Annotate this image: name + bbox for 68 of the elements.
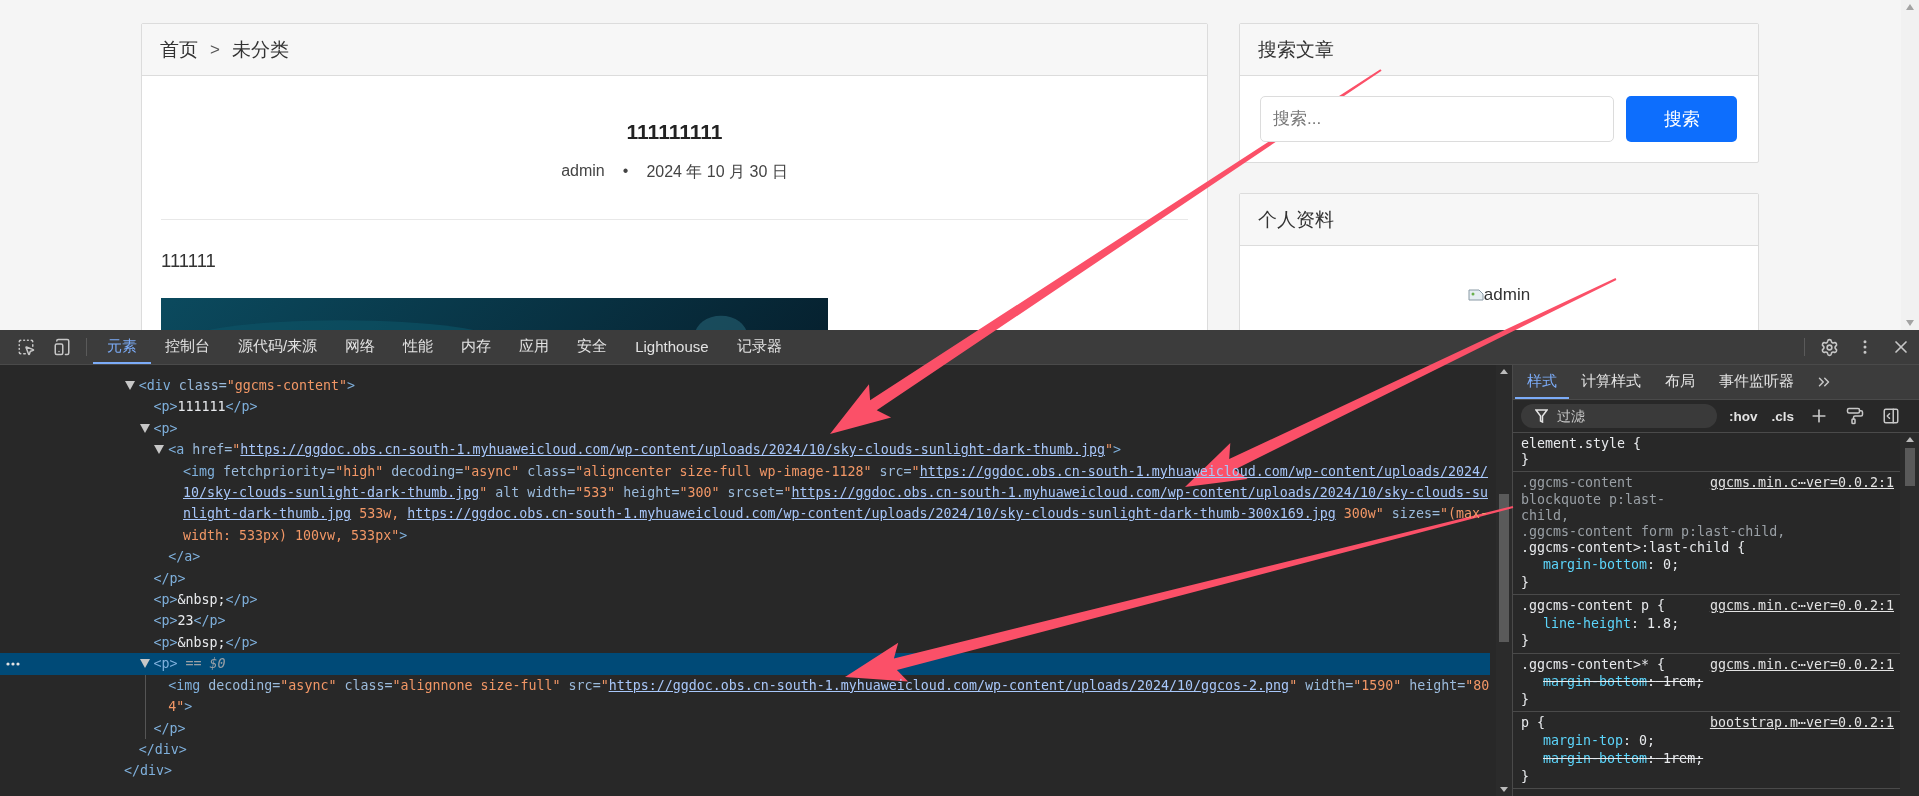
devtools-tab[interactable]: 记录器	[722, 330, 796, 364]
source-link[interactable]: ggcms.min.c⋯ver=0.0.2:1	[1709, 656, 1894, 674]
scroll-thumb[interactable]	[1904, 448, 1915, 486]
toggle-button[interactable]: :hov	[1727, 408, 1760, 424]
rule-selector: .ggcms-content blockquote p:last-child,	[1521, 475, 1667, 524]
style-property[interactable]: line-height: 1.8;	[1521, 614, 1894, 634]
style-property[interactable]: margin-top: 0;	[1521, 731, 1894, 751]
post-paragraph: 111111	[161, 250, 216, 272]
closing-brace: }	[1521, 574, 1530, 592]
rule-selector: .ggcms-content form p:last-child,	[1521, 524, 1787, 541]
source-link[interactable]: ggcms.min.c⋯ver=0.0.2:1	[1709, 598, 1894, 615]
styles-tab[interactable]: 事件监听器	[1707, 365, 1806, 399]
meta-separator: •	[622, 162, 629, 181]
rule-selector: .ggcms-content>:last-child {	[1521, 540, 1747, 557]
devtools-tab[interactable]: 元素	[93, 330, 151, 364]
filter-field[interactable]: 过滤	[1521, 404, 1717, 428]
filter-icon	[1535, 409, 1548, 423]
element-tag: </p>	[153, 717, 1490, 739]
devtools-tab[interactable]: 控制台	[151, 330, 224, 364]
element-tag: </p>	[153, 567, 1490, 590]
element-tag: </div>	[124, 760, 1490, 782]
scroll-down-icon[interactable]	[1500, 787, 1508, 792]
source-link[interactable]: bootstrap.m⋯ver=0.0.2:1	[1709, 715, 1894, 732]
post-author: admin	[561, 162, 605, 181]
style-property[interactable]: margin-bottom: 1rem;	[1521, 750, 1894, 769]
scroll-up-icon[interactable]	[1500, 369, 1508, 374]
style-property[interactable]: margin-bottom: 1rem;	[1521, 673, 1894, 692]
styles-tab[interactable]: 样式	[1515, 365, 1569, 399]
rule-selector: p {	[1521, 715, 1547, 732]
expand-triangle-icon[interactable]	[124, 381, 135, 390]
styles-tab[interactable]: 布局	[1653, 365, 1707, 399]
toggle-button[interactable]: .cls	[1769, 408, 1797, 424]
search-field[interactable]: 搜索...	[1260, 96, 1614, 142]
breadcrumb-separator: >	[210, 39, 220, 60]
styles-tab[interactable]: 计算样式	[1569, 365, 1653, 399]
broken-image-icon	[1467, 287, 1484, 303]
devtools-tab[interactable]: 应用	[505, 330, 564, 364]
devtools-tab[interactable]: 安全	[563, 330, 622, 364]
post-title: 111111111	[626, 120, 723, 144]
closing-brace: }	[1521, 452, 1530, 469]
rule-selector: .ggcms-content p {	[1521, 598, 1667, 615]
devtools-tab[interactable]: Lighthouse	[621, 330, 723, 364]
devtools-tab[interactable]: 性能	[389, 330, 448, 364]
rule-selector: .ggcms-content>* {	[1521, 656, 1667, 673]
scroll-up-icon[interactable]	[1905, 437, 1914, 442]
avatar-alt-text: admin	[1467, 284, 1531, 306]
devtools-tab[interactable]: 内存	[447, 330, 506, 364]
more-icon[interactable]	[6, 662, 20, 667]
element-tag: </div>	[138, 738, 1490, 761]
scroll-thumb[interactable]	[1499, 494, 1509, 642]
search-button[interactable]: 搜索	[1626, 96, 1737, 142]
element-tag: </a>	[168, 546, 1490, 568]
expand-triangle-icon[interactable]	[139, 659, 150, 669]
style-property[interactable]: margin-bottom: 0;	[1521, 556, 1894, 575]
breadcrumb-link[interactable]: 首页	[160, 36, 198, 63]
post-date: 2024 年 10 月 30 日	[646, 162, 788, 182]
devtools-tab[interactable]: 网络	[331, 330, 390, 364]
expand-triangle-icon[interactable]	[154, 445, 165, 455]
widget-title: 个人资料	[1258, 207, 1334, 232]
source-link[interactable]: ggcms.min.c⋯ver=0.0.2:1	[1709, 475, 1894, 493]
widget-title: 搜索文章	[1258, 37, 1334, 62]
devtools-tab[interactable]: 源代码/来源	[224, 330, 332, 364]
closing-brace: }	[1521, 633, 1530, 650]
closing-brace: }	[1521, 768, 1530, 786]
breadcrumb-link[interactable]: 未分类	[231, 36, 289, 63]
rule-selector: element.style {	[1521, 436, 1643, 453]
closing-brace: }	[1521, 691, 1530, 709]
expand-triangle-icon[interactable]	[139, 423, 150, 433]
